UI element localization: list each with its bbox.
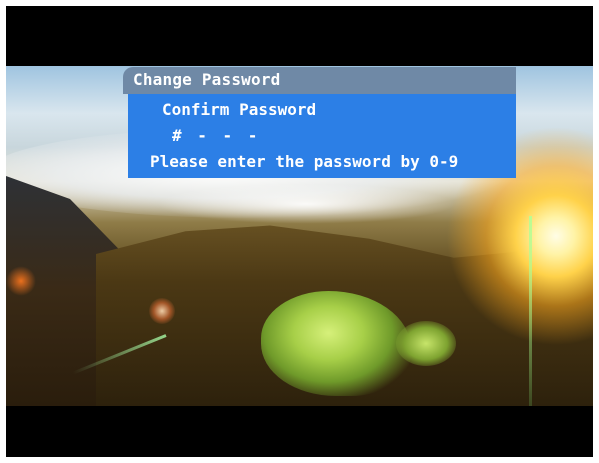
- password-entry-field[interactable]: # - - -: [172, 126, 260, 145]
- lens-flare-dot: [149, 298, 175, 324]
- change-password-dialog: Change Password Confirm Password # - - -…: [123, 67, 516, 178]
- light-beam: [529, 216, 532, 406]
- dialog-body: Confirm Password # - - - Please enter th…: [128, 94, 516, 178]
- tv-screen: Change Password Confirm Password # - - -…: [6, 6, 593, 457]
- password-hint: Please enter the password by 0-9: [150, 152, 459, 171]
- lit-shrub-small: [396, 321, 456, 366]
- confirm-password-label: Confirm Password: [162, 100, 317, 119]
- cloud-layer-lower: [156, 184, 456, 224]
- dialog-title: Change Password: [133, 70, 281, 89]
- dialog-title-bar: Change Password: [123, 67, 516, 94]
- lens-glow: [6, 266, 36, 296]
